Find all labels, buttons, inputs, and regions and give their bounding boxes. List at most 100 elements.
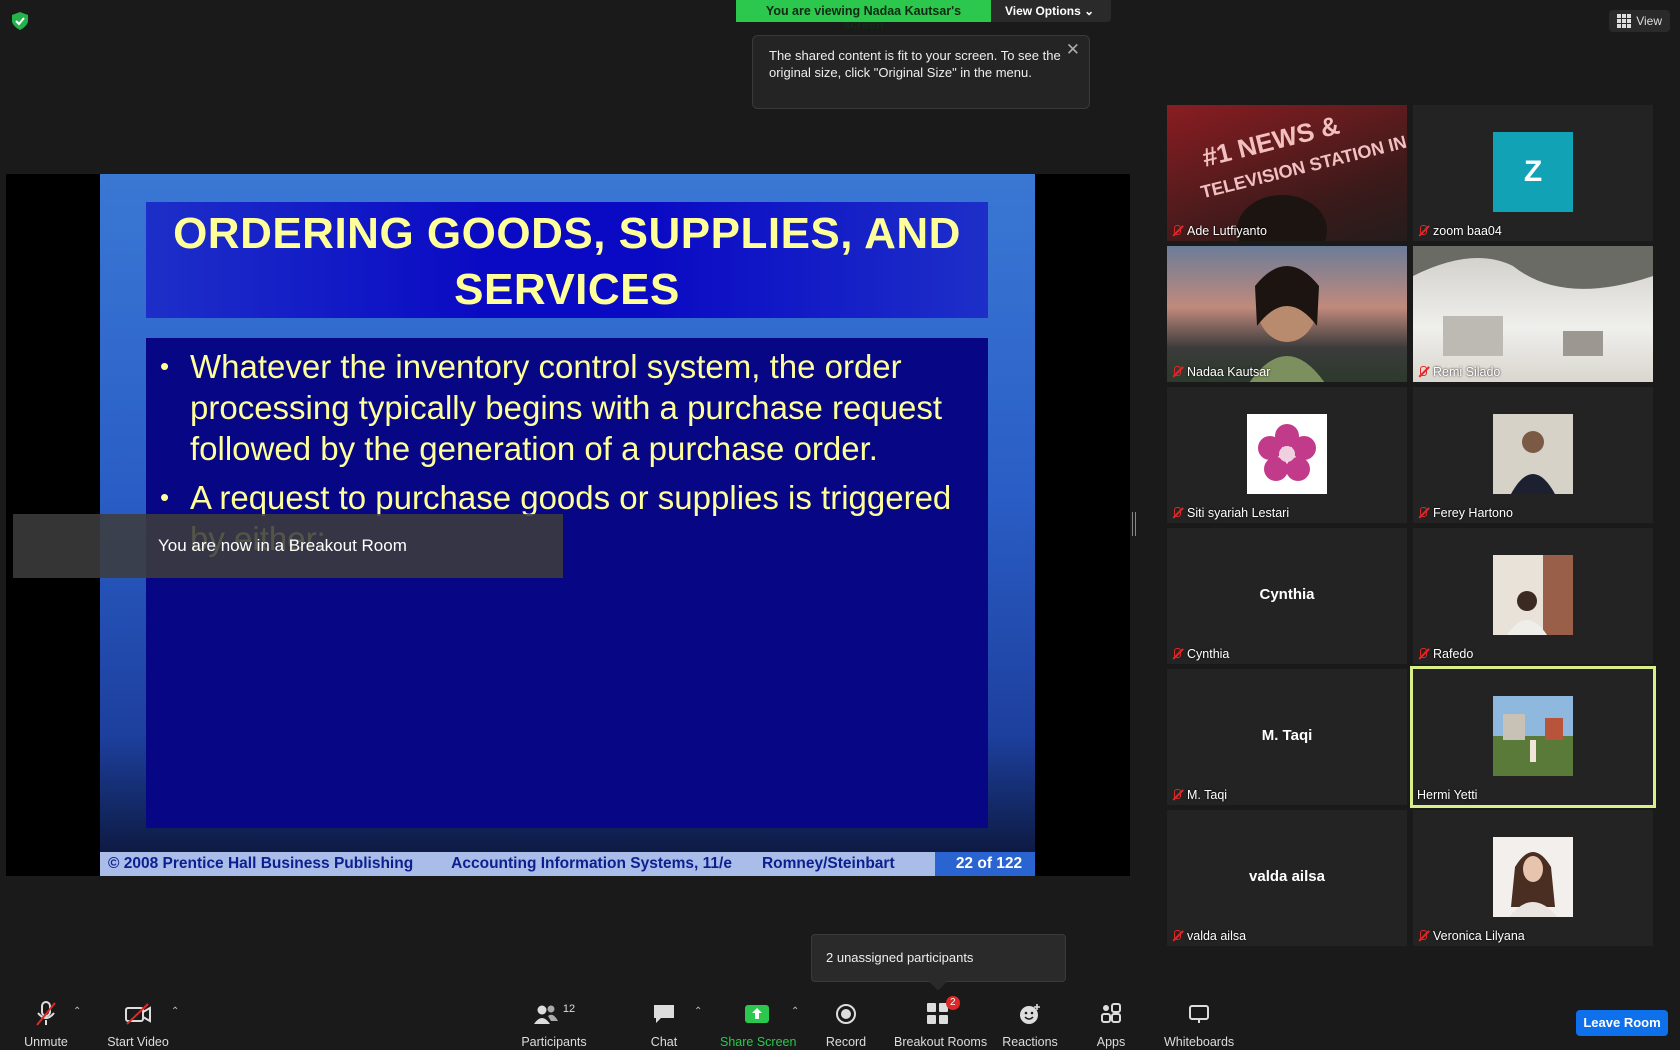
gallery-grid-icon: [1617, 14, 1632, 28]
footer-authors: Romney/Steinbart: [761, 855, 895, 872]
video-tile[interactable]: #1 NEWS & TELEVISION STATION IN Ade Lutfi…: [1167, 105, 1407, 241]
muted-mic-icon: [1417, 225, 1429, 237]
whiteboards-label: Whiteboards: [1164, 1035, 1235, 1049]
participant-name-label: zoom baa04: [1417, 224, 1502, 238]
video-tile[interactable]: Cynthia Cynthia: [1167, 528, 1407, 664]
chat-bubble-icon: [654, 1005, 674, 1023]
slide-body: • Whatever the inventory control system, …: [146, 338, 988, 828]
video-tile[interactable]: Z zoom baa04: [1413, 105, 1653, 241]
video-off-icon: [125, 1003, 151, 1025]
leave-room-button[interactable]: Leave Room: [1576, 1010, 1668, 1036]
participant-name-label: Ade Lutfiyanto: [1171, 224, 1267, 238]
unmute-label: Unmute: [24, 1035, 68, 1049]
bullet-text: Whatever the inventory control system, t…: [190, 348, 943, 467]
participant-name-label: Hermi Yetti: [1417, 788, 1477, 802]
slide-title-line1: ORDERING GOODS, SUPPLIES, AND: [173, 209, 961, 258]
participant-avatar: [1493, 555, 1573, 635]
muted-mic-icon: [1417, 366, 1429, 378]
unmute-button[interactable]: Unmute: [20, 1000, 72, 1049]
participant-name-label: Remi Silado: [1417, 365, 1500, 379]
participant-display-name: Cynthia: [1259, 586, 1315, 603]
panel-resize-handle[interactable]: [1132, 512, 1136, 536]
participants-button[interactable]: 12 Participants: [520, 1000, 588, 1049]
participant-video: [1413, 246, 1653, 356]
flower-avatar: [1247, 414, 1327, 494]
video-tile-active-speaker[interactable]: Hermi Yetti: [1410, 666, 1656, 808]
slide-bullet: • Whatever the inventory control system, …: [156, 346, 976, 469]
muted-mic-icon: [1171, 648, 1183, 660]
participant-avatar: Z: [1493, 132, 1573, 212]
share-screen-label: Share Screen: [720, 1035, 797, 1049]
breakout-rooms-label: Breakout Rooms: [894, 1035, 988, 1049]
video-tile[interactable]: Veronica Lilyana: [1413, 810, 1653, 946]
participant-display-name: M. Taqi: [1261, 727, 1313, 744]
participant-name-label: Cynthia: [1171, 647, 1229, 661]
participants-count: 12: [562, 1003, 576, 1015]
start-video-button[interactable]: Start Video: [106, 1000, 170, 1049]
participant-name: Siti syariah Lestari: [1187, 506, 1290, 520]
bullet-dot: •: [160, 351, 170, 381]
muted-mic-icon: [1171, 366, 1183, 378]
tooltip-text: The shared content is fit to your screen…: [769, 48, 1061, 80]
muted-mic-icon: [1417, 930, 1429, 942]
muted-microphone-icon: [36, 1001, 56, 1026]
participants-label: Participants: [521, 1035, 587, 1049]
video-tile[interactable]: valda ailsa valda ailsa: [1167, 810, 1407, 946]
participant-name: valda ailsa: [1187, 929, 1247, 943]
participant-avatar: [1493, 837, 1573, 917]
apps-button[interactable]: Apps: [1094, 1000, 1128, 1049]
slide-footer: © 2008 Prentice Hall Business Publishing…: [100, 852, 1035, 876]
view-options-label: View Options: [1005, 4, 1081, 18]
share-screen-button[interactable]: Share Screen: [720, 1000, 797, 1049]
breakout-room-notification: You are now in a Breakout Room: [13, 514, 563, 578]
participant-name: zoom baa04: [1433, 224, 1502, 238]
view-options-button[interactable]: View Options ⌄: [991, 0, 1111, 22]
participant-name: Hermi Yetti: [1417, 788, 1478, 802]
video-tile[interactable]: Siti syariah Lestari: [1167, 387, 1407, 523]
whiteboards-button[interactable]: Whiteboards: [1164, 1000, 1234, 1049]
view-label: View: [1636, 14, 1662, 28]
participant-avatar: [1493, 696, 1573, 776]
fit-to-screen-tooltip: The shared content is fit to your screen…: [752, 35, 1090, 109]
video-tile[interactable]: Remi Silado: [1413, 246, 1653, 382]
reactions-label: Reactions: [1002, 1035, 1058, 1049]
participant-video: [1249, 266, 1325, 382]
participant-avatar: [1493, 414, 1573, 494]
video-tile[interactable]: M. Taqi M. Taqi: [1167, 669, 1407, 805]
participant-name: Ferey Hartono: [1433, 506, 1513, 520]
record-button[interactable]: Record: [824, 1000, 868, 1049]
footer-page: 22 of 122: [935, 852, 1035, 876]
participant-name-label: Ferey Hartono: [1417, 506, 1513, 520]
breakout-badge: 2: [946, 996, 960, 1010]
participant-name-label: M. Taqi: [1171, 788, 1227, 802]
muted-mic-icon: [1417, 648, 1429, 660]
video-options-caret-icon[interactable]: ⌃: [171, 1006, 179, 1017]
participant-name: M. Taqi: [1187, 788, 1228, 802]
security-shield-icon[interactable]: [12, 12, 28, 30]
footer-copyright: © 2008 Prentice Hall Business Publishing: [108, 855, 414, 872]
muted-mic-icon: [1171, 789, 1183, 801]
chat-button[interactable]: Chat: [648, 1000, 680, 1049]
participant-name: Remi Silado: [1433, 365, 1501, 379]
view-button[interactable]: View: [1609, 10, 1670, 32]
video-tile[interactable]: Ferey Hartono: [1413, 387, 1653, 523]
close-icon[interactable]: ✕: [1066, 41, 1080, 58]
video-tile[interactable]: Rafedo: [1413, 528, 1653, 664]
video-tile[interactable]: Nadaa Kautsar: [1167, 246, 1407, 382]
participant-name: Nadaa Kautsar: [1187, 365, 1271, 379]
muted-mic-icon: [1417, 507, 1429, 519]
participant-name: Cynthia: [1187, 647, 1230, 661]
slide-title-line2: SERVICES: [454, 265, 680, 314]
muted-mic-icon: [1171, 930, 1183, 942]
chat-options-caret-icon[interactable]: ⌃: [694, 1006, 702, 1017]
share-screen-icon: [745, 1005, 769, 1023]
participant-name: Rafedo: [1433, 647, 1474, 661]
chat-label: Chat: [650, 1035, 678, 1049]
breakout-rooms-button[interactable]: 2 Breakout Rooms: [894, 996, 988, 1049]
start-video-label: Start Video: [107, 1035, 169, 1049]
reactions-button[interactable]: Reactions: [1002, 1000, 1058, 1049]
participant-name-label: Siti syariah Lestari: [1171, 506, 1289, 520]
participant-name-label: Veronica Lilyana: [1417, 929, 1525, 943]
audio-options-caret-icon[interactable]: ⌃: [73, 1006, 81, 1017]
share-options-caret-icon[interactable]: ⌃: [791, 1006, 799, 1017]
